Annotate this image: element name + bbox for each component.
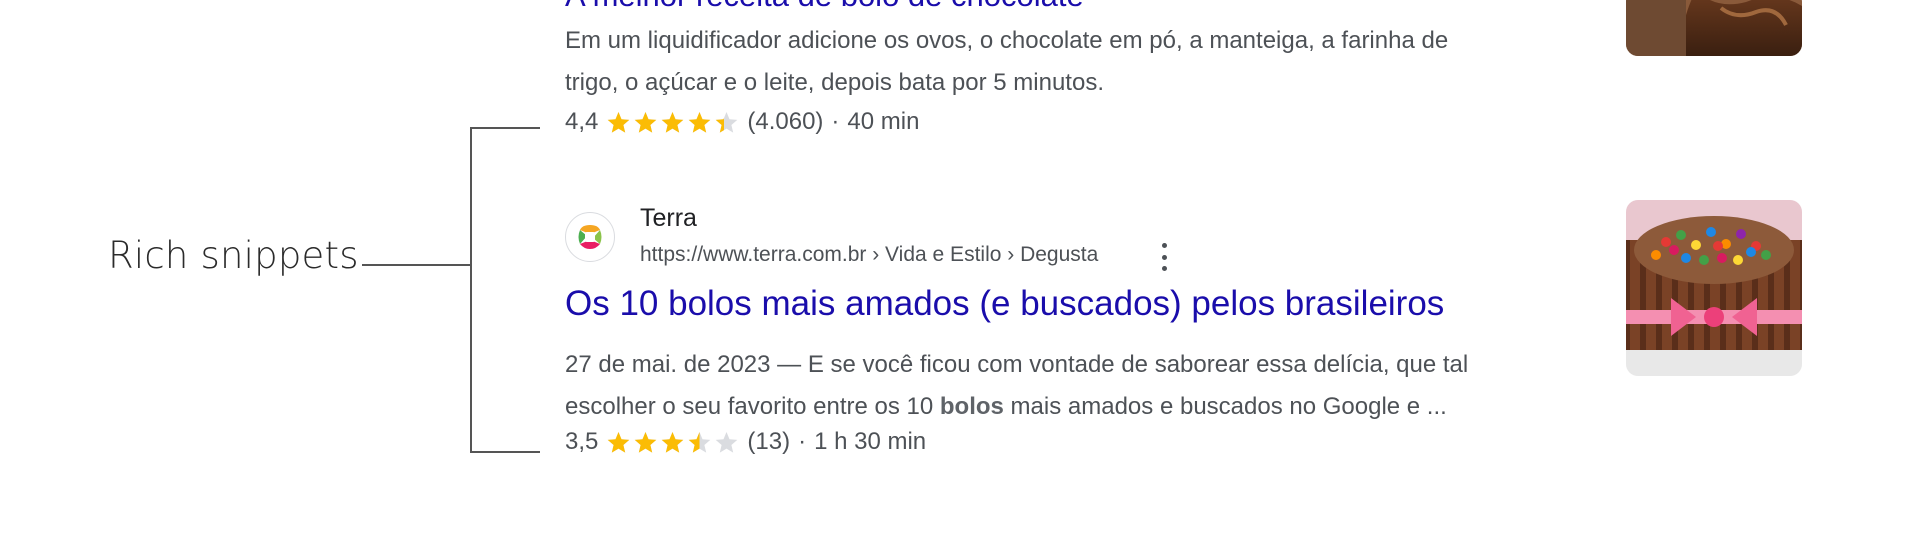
result-snippet: Em um liquidificador adicione os ovos, o… xyxy=(565,20,1575,104)
result-snippet: 27 de mai. de 2023 — E se você ficou com… xyxy=(565,344,1575,428)
star-icon xyxy=(660,110,685,135)
star-rating xyxy=(606,110,741,135)
site-name: Terra xyxy=(640,204,697,232)
terra-logo-icon[interactable] xyxy=(565,212,615,262)
snippet-line: 27 de mai. de 2023 — E se você ficou com… xyxy=(565,351,1469,378)
star-icon xyxy=(606,430,631,455)
snippet-text: mais amados e buscados no Google e ... xyxy=(1003,393,1447,420)
star-rating xyxy=(606,430,741,455)
star-icon xyxy=(687,430,712,455)
separator: · xyxy=(831,108,840,135)
cook-time: 1 h 30 min xyxy=(814,428,927,455)
snippet-highlight: bolos xyxy=(939,393,1004,420)
star-icon xyxy=(633,110,658,135)
rating-value: 3,5 xyxy=(565,428,599,455)
snippet-text: escolher o seu favorito entre os 10 xyxy=(565,393,940,420)
chocolate-cake-image[interactable] xyxy=(1626,0,1802,56)
star-icon xyxy=(714,430,739,455)
cook-time: 40 min xyxy=(847,108,920,135)
snippet-line: escolher o seu favorito entre os 10 bolo… xyxy=(565,386,1575,428)
snippet-line: trigo, o açúcar e o leite, depois bata p… xyxy=(565,69,1104,96)
star-icon xyxy=(606,110,631,135)
rating-value: 4,4 xyxy=(565,108,599,135)
rating-row: 3,5 (13) · 1 h 30 min xyxy=(565,428,926,456)
star-icon xyxy=(687,110,712,135)
star-icon xyxy=(633,430,658,455)
rating-row: 4,4 (4.060) · 40 min xyxy=(565,108,919,136)
snippet-line: Em um liquidificador adicione os ovos, o… xyxy=(565,27,1449,54)
site-url[interactable]: https://www.terra.com.br › Vida e Estilo… xyxy=(640,243,1098,267)
result-title-link[interactable]: A melhor receita de bolo de chocolate xyxy=(565,0,1084,14)
kitkat-candy-cake-image[interactable] xyxy=(1626,200,1802,376)
annotation-label: Rich snippets xyxy=(108,234,359,277)
separator: · xyxy=(798,428,807,455)
review-count: (4.060) xyxy=(747,108,824,135)
more-options-icon[interactable] xyxy=(1158,243,1170,271)
result-title-link[interactable]: Os 10 bolos mais amados (e buscados) pel… xyxy=(565,284,1444,324)
star-icon xyxy=(714,110,739,135)
star-icon xyxy=(660,430,685,455)
review-count: (13) xyxy=(747,428,791,455)
